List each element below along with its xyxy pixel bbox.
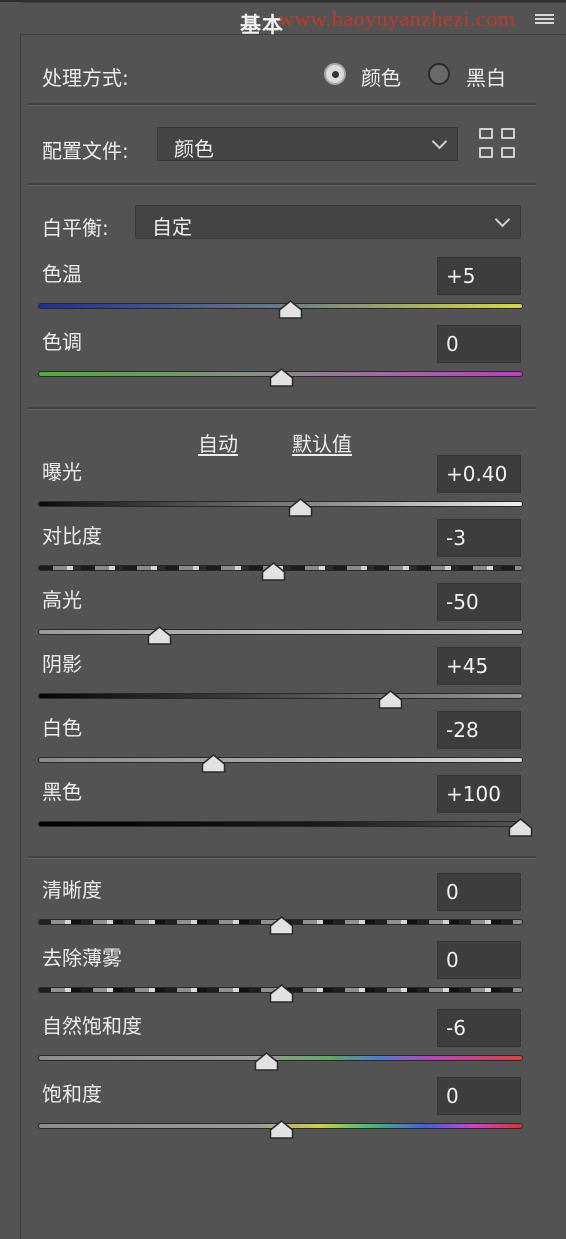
slider-thumb[interactable] bbox=[269, 1120, 294, 1139]
panel-menu-icon[interactable] bbox=[535, 14, 554, 28]
slider-track[interactable] bbox=[38, 1055, 523, 1061]
profile-dropdown[interactable]: 颜色 bbox=[157, 127, 458, 161]
slider-label: 清晰度 bbox=[42, 878, 102, 902]
color-radio-label[interactable]: 颜色 bbox=[361, 62, 401, 91]
slider-track[interactable] bbox=[38, 821, 523, 827]
slider-value-field[interactable]: -3 bbox=[437, 519, 521, 557]
slider-thumb[interactable] bbox=[254, 1052, 279, 1071]
slider-label: 饱和度 bbox=[42, 1082, 102, 1106]
slider-thumb[interactable] bbox=[508, 818, 533, 837]
divider bbox=[28, 856, 536, 859]
slider-value: 0 bbox=[446, 948, 459, 972]
slider-label: 对比度 bbox=[42, 524, 102, 548]
chevron-down-icon bbox=[494, 211, 511, 228]
treatment-label: 处理方式: bbox=[42, 66, 129, 90]
slider-label: 色调 bbox=[42, 330, 82, 354]
divider bbox=[28, 183, 536, 186]
slider-thumb[interactable] bbox=[288, 498, 313, 517]
slider-value: 0 bbox=[446, 1084, 459, 1108]
slider-value: +5 bbox=[446, 264, 476, 288]
slider-value-field[interactable]: 0 bbox=[437, 941, 521, 979]
slider-value-field[interactable]: -28 bbox=[437, 711, 521, 749]
white-balance-dropdown[interactable]: 自定 bbox=[135, 205, 521, 239]
slider-value: 0 bbox=[446, 332, 459, 356]
white-balance-value: 自定 bbox=[152, 215, 192, 239]
slider-value-field[interactable]: -6 bbox=[437, 1009, 521, 1047]
color-radio[interactable] bbox=[324, 63, 346, 85]
slider-label: 黑色 bbox=[42, 780, 82, 804]
slider-thumb[interactable] bbox=[269, 916, 294, 935]
slider-label: 色温 bbox=[42, 262, 82, 286]
slider-value: +100 bbox=[446, 782, 501, 806]
panel-top-border-inner bbox=[20, 2, 566, 3]
profile-label: 配置文件: bbox=[42, 139, 129, 163]
profile-value: 颜色 bbox=[174, 137, 214, 161]
slider-track[interactable] bbox=[38, 501, 523, 507]
slider-thumb[interactable] bbox=[378, 690, 403, 709]
slider-value: -28 bbox=[446, 718, 479, 742]
slider-value-field[interactable]: 0 bbox=[437, 873, 521, 911]
slider-value: -50 bbox=[446, 590, 479, 614]
slider-value-field[interactable]: +45 bbox=[437, 647, 521, 685]
slider-value: +45 bbox=[446, 654, 489, 678]
slider-thumb[interactable] bbox=[269, 368, 294, 387]
white-balance-label: 白平衡: bbox=[42, 216, 109, 240]
slider-thumb[interactable] bbox=[261, 562, 286, 581]
slider-value: -6 bbox=[446, 1016, 466, 1040]
slider-label: 曝光 bbox=[42, 460, 82, 484]
auto-link[interactable]: 自动 bbox=[198, 428, 238, 457]
slider-track[interactable] bbox=[38, 757, 523, 763]
chevron-down-icon bbox=[431, 133, 448, 150]
bw-radio-label[interactable]: 黑白 bbox=[466, 62, 506, 91]
divider bbox=[28, 103, 536, 106]
slider-thumb[interactable] bbox=[278, 300, 303, 319]
slider-value-field[interactable]: -50 bbox=[437, 583, 521, 621]
slider-track[interactable] bbox=[38, 629, 523, 635]
default-link[interactable]: 默认值 bbox=[292, 428, 352, 457]
divider bbox=[28, 407, 536, 410]
slider-thumb[interactable] bbox=[147, 626, 172, 645]
bw-radio[interactable] bbox=[428, 63, 450, 85]
slider-value-field[interactable]: +5 bbox=[437, 257, 521, 295]
slider-value-field[interactable]: 0 bbox=[437, 325, 521, 363]
slider-value: +0.40 bbox=[446, 462, 508, 486]
slider-thumb[interactable] bbox=[269, 984, 294, 1003]
profile-browser-grid-icon[interactable] bbox=[479, 128, 517, 160]
slider-track[interactable] bbox=[38, 693, 523, 699]
slider-label: 白色 bbox=[42, 716, 82, 740]
slider-thumb[interactable] bbox=[201, 754, 226, 773]
slider-label: 去除薄雾 bbox=[42, 946, 122, 970]
watermark: www.haoyuyanzhezi.com bbox=[278, 6, 516, 31]
slider-value: -3 bbox=[446, 526, 466, 550]
slider-value-field[interactable]: +100 bbox=[437, 775, 521, 813]
slider-label: 高光 bbox=[42, 588, 82, 612]
slider-value-field[interactable]: 0 bbox=[437, 1077, 521, 1115]
slider-label: 自然饱和度 bbox=[42, 1014, 142, 1038]
slider-value-field[interactable]: +0.40 bbox=[437, 455, 521, 493]
slider-label: 阴影 bbox=[42, 652, 82, 676]
slider-value: 0 bbox=[446, 880, 459, 904]
